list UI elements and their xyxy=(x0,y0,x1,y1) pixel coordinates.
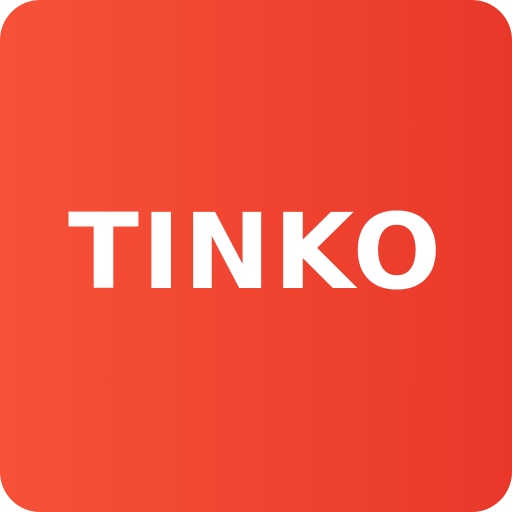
app-icon[interactable]: TINKO xyxy=(0,0,512,512)
logo-wordmark: TINKO xyxy=(67,191,444,313)
